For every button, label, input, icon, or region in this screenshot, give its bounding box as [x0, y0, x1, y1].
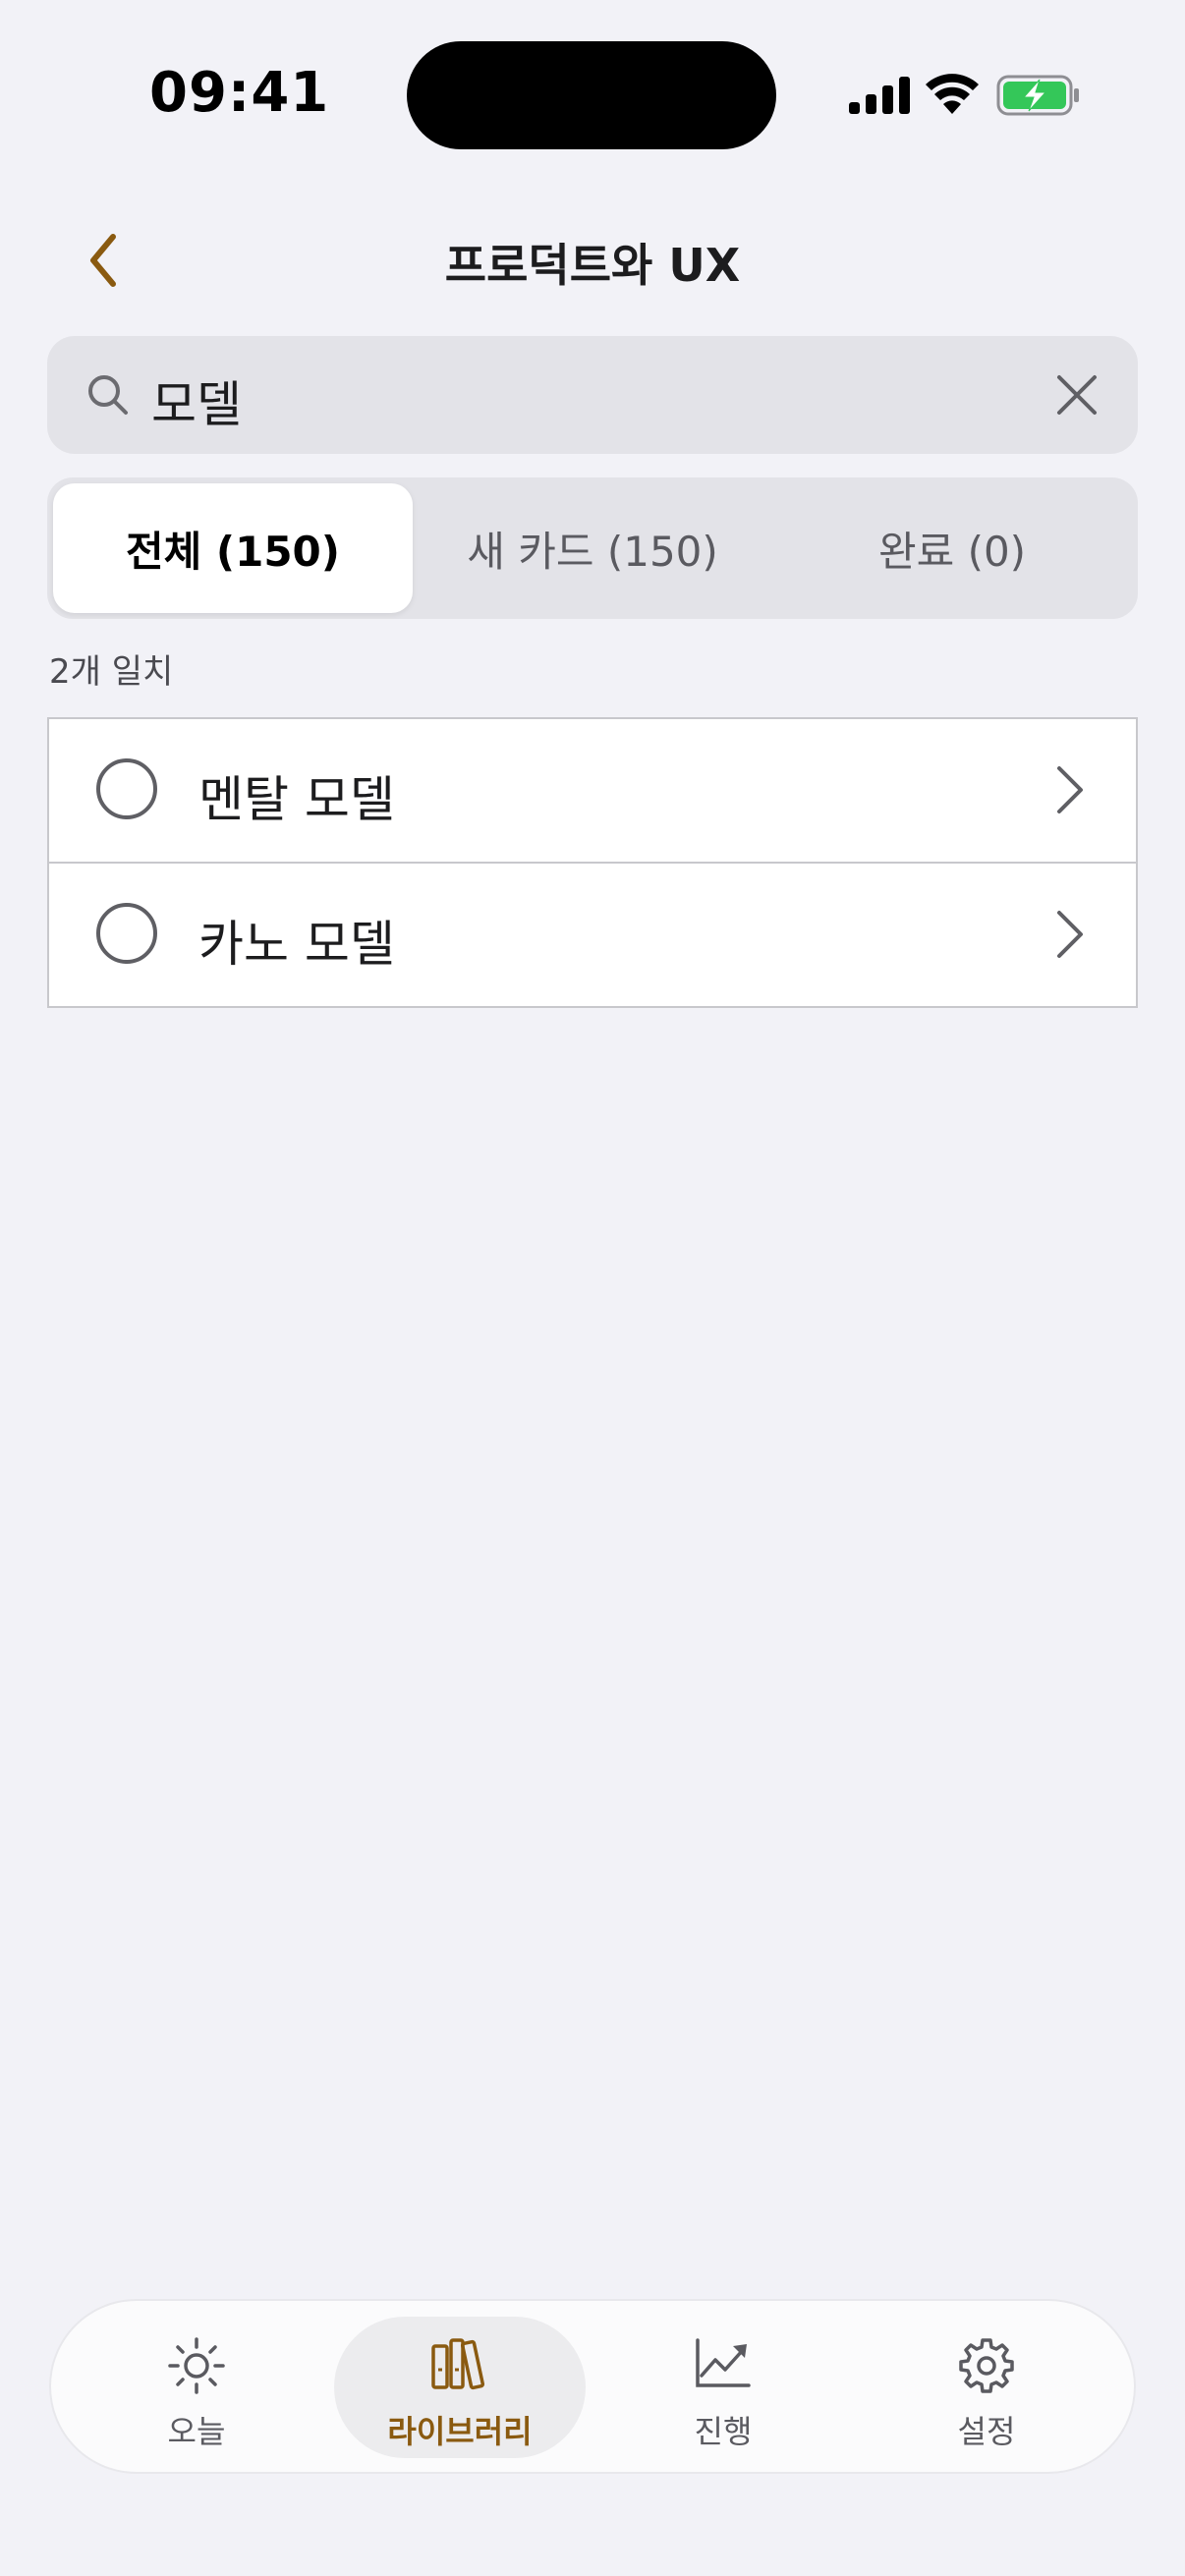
tab-label: 라이브러리: [387, 2413, 533, 2450]
list-item[interactable]: 카노 모델: [49, 862, 1136, 1006]
status-time: 09:41: [149, 61, 330, 125]
chevron-right-icon: [1057, 911, 1083, 958]
tab-label: 설정: [957, 2413, 1016, 2450]
list-item-label: 멘탈 모델: [198, 771, 395, 828]
clear-search-button[interactable]: [1044, 362, 1110, 428]
list-item[interactable]: 멘탈 모델: [49, 719, 1136, 862]
chart-line-icon: [696, 2338, 751, 2387]
search-input[interactable]: 모델: [151, 365, 242, 436]
close-icon: [1057, 375, 1097, 415]
page-title: 프로덕트와 UX: [444, 239, 741, 292]
segment-completed[interactable]: 완료 (0): [772, 483, 1132, 613]
tab-progress[interactable]: 진행: [597, 2317, 849, 2458]
tab-library[interactable]: 라이브러리: [334, 2317, 586, 2458]
tab-label: 진행: [694, 2413, 753, 2450]
search-icon: [88, 375, 128, 415]
navigation-bar: 프로덕트와 UX: [0, 196, 1185, 324]
status-bar: 09:41: [0, 0, 1185, 187]
completion-circle-icon[interactable]: [96, 758, 157, 819]
segment-all[interactable]: 전체 (150): [53, 483, 413, 613]
gear-icon: [959, 2338, 1014, 2393]
tab-settings[interactable]: 설정: [861, 2317, 1112, 2458]
chevron-right-icon: [1057, 766, 1083, 813]
battery-charging-icon: [996, 75, 1079, 116]
segment-new-cards[interactable]: 새 카드 (150): [413, 483, 772, 613]
list-item-label: 카노 모델: [198, 916, 395, 973]
completion-circle-icon[interactable]: [96, 903, 157, 964]
sun-icon: [168, 2337, 225, 2394]
books-icon: [431, 2338, 485, 2390]
wifi-icon: [926, 74, 979, 114]
filter-segmented-control: 전체 (150) 새 카드 (150) 완료 (0): [47, 477, 1138, 619]
results-list: 멘탈 모델 카노 모델: [47, 717, 1138, 1008]
cellular-signal-icon: [849, 77, 910, 114]
tab-label: 오늘: [167, 2413, 226, 2450]
tab-today[interactable]: 오늘: [71, 2317, 322, 2458]
search-field[interactable]: 모델: [47, 336, 1138, 454]
match-count: 2개 일치: [49, 652, 174, 692]
tab-bar: 오늘 라이브러리 진행 설정: [49, 2299, 1136, 2474]
dynamic-island: [407, 41, 776, 149]
